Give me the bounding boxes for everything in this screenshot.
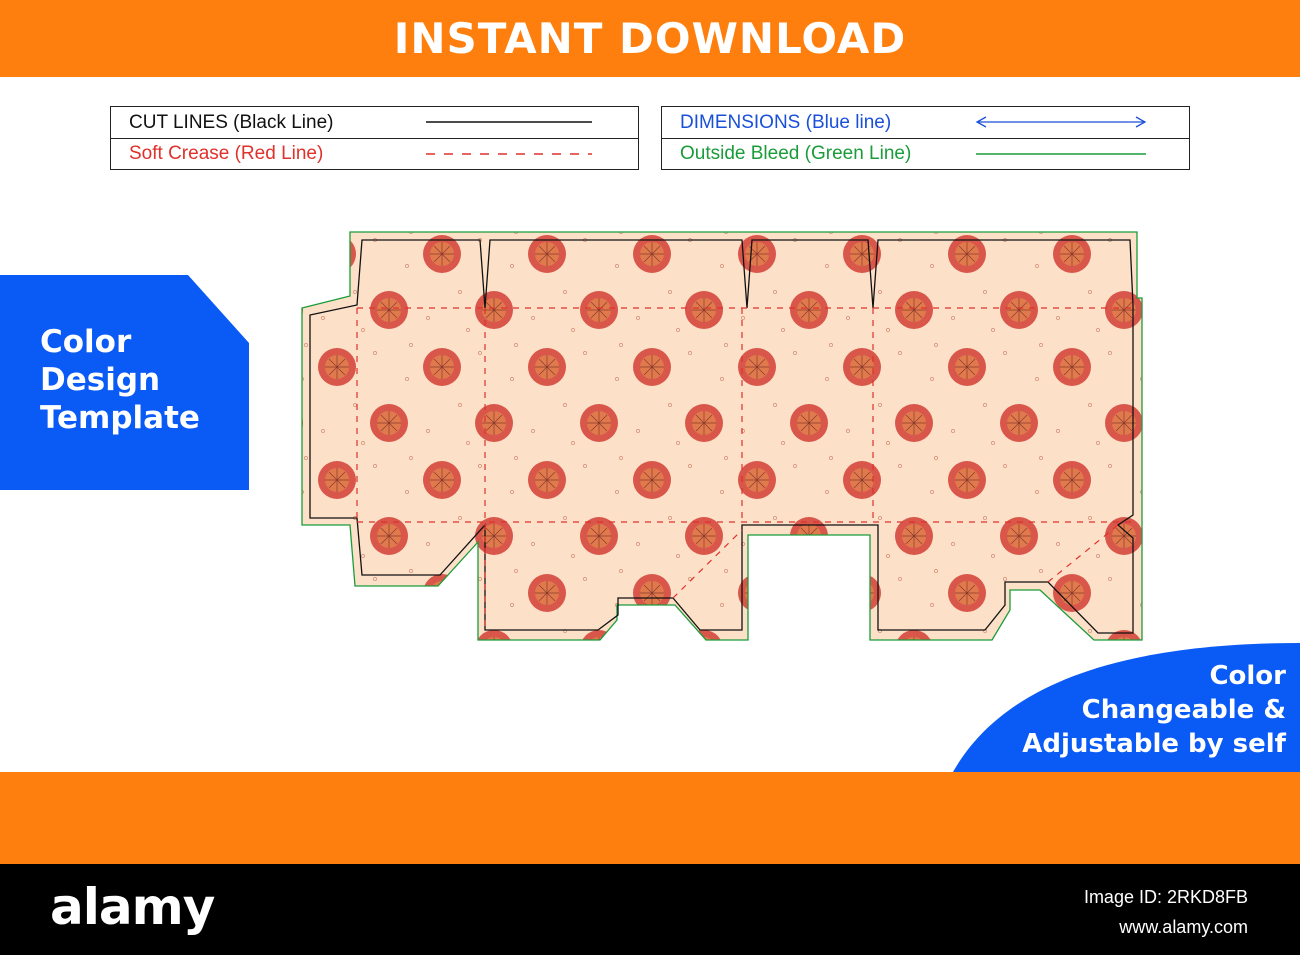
footer-meta: Image ID: 2RKD8FB www.alamy.com bbox=[1084, 882, 1248, 942]
bleed-outline bbox=[301, 231, 1143, 641]
corner-panel-text: Color Changeable & Adjustable by self bbox=[1022, 659, 1286, 761]
footer-site: www.alamy.com bbox=[1119, 917, 1248, 937]
corner-line-1: Color bbox=[1209, 661, 1286, 691]
corner-line-3: Adjustable by self bbox=[1022, 729, 1286, 759]
footer-image-id: Image ID: 2RKD8FB bbox=[1083, 887, 1248, 907]
color-changeable-panel: Color Changeable & Adjustable by self bbox=[953, 643, 1300, 772]
corner-line-2: Changeable & bbox=[1081, 695, 1286, 725]
bottom-banner bbox=[0, 772, 1300, 864]
footer-bar: alamy Image ID: 2RKD8FB www.alamy.com bbox=[0, 864, 1300, 955]
footer-brand-logo: alamy bbox=[50, 878, 215, 936]
